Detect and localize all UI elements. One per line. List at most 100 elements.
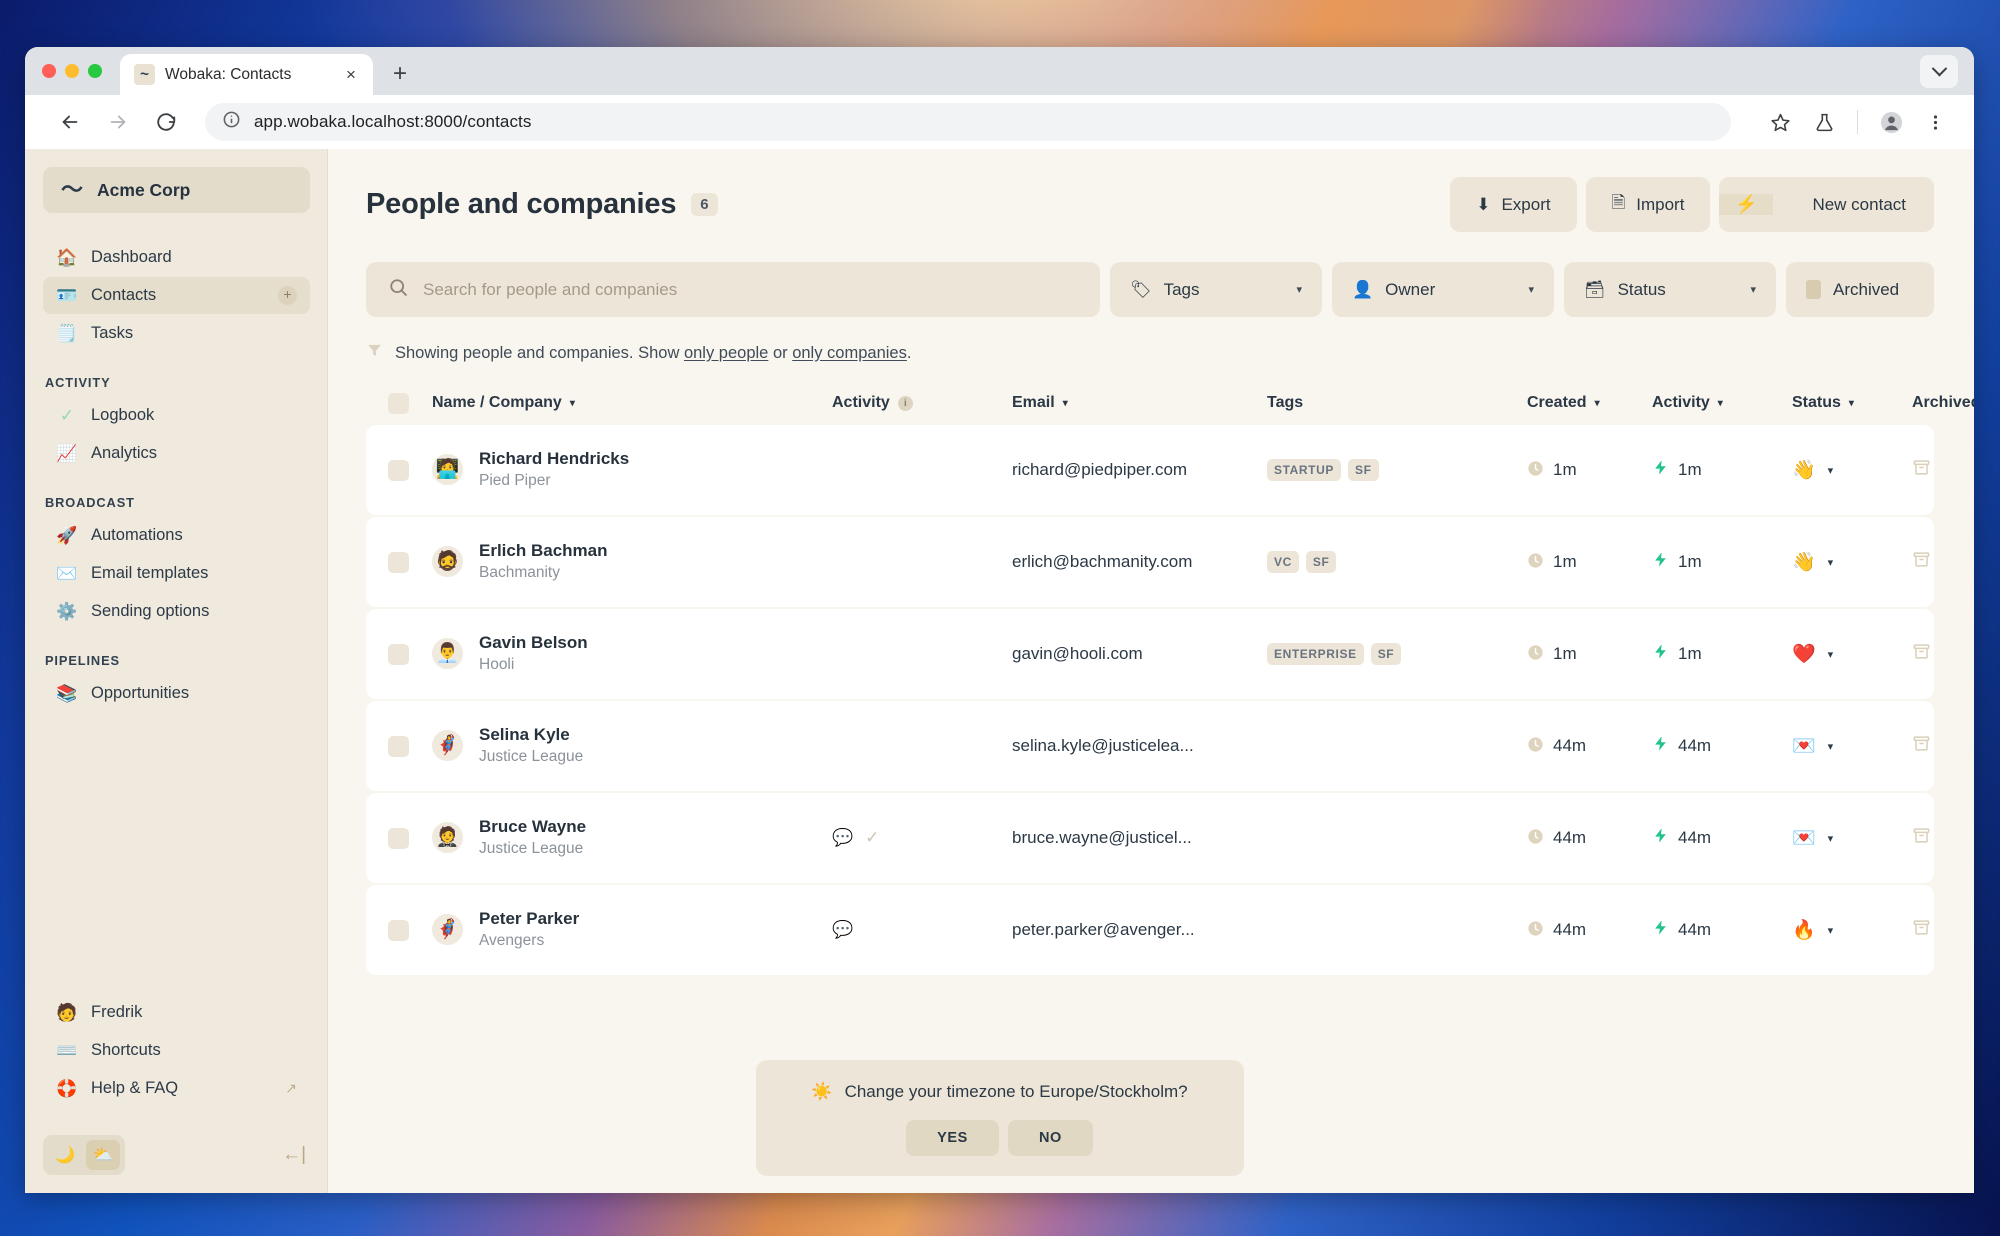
browser-menu-icon[interactable] [1916, 103, 1954, 141]
contact-email-cell[interactable]: richard@piedpiper.com [1012, 460, 1267, 480]
contact-name-cell[interactable]: 🤵 Bruce Wayne Justice League [432, 816, 832, 860]
sidebar-item-user[interactable]: 🧑 Fredrik [43, 994, 310, 1031]
table-row[interactable]: 👨‍💼 Gavin Belson Hooli gavin@hooli.com E… [366, 609, 1934, 699]
tab-list-button[interactable] [1920, 55, 1958, 88]
chevron-down-icon[interactable]: ▾ [1828, 464, 1834, 477]
dark-mode-icon[interactable]: 🌙 [48, 1140, 82, 1170]
info-icon[interactable]: i [897, 395, 913, 411]
close-tab-icon[interactable]: × [340, 64, 362, 86]
status-filter[interactable]: 🗃 Status ▾ [1564, 262, 1776, 317]
row-checkbox[interactable] [388, 459, 409, 481]
table-row[interactable]: 🧑‍💻 Richard Hendricks Pied Piper richard… [366, 425, 1934, 515]
contact-email-cell[interactable]: peter.parker@avenger... [1012, 920, 1267, 940]
collapse-sidebar-icon[interactable]: ←| [282, 1144, 310, 1166]
column-archived[interactable]: Archived ▾ [1912, 394, 1974, 412]
table-row[interactable]: 🧔 Erlich Bachman Bachmanity erlich@bachm… [366, 517, 1934, 607]
chevron-down-icon[interactable]: ▾ [1828, 648, 1834, 661]
sidebar-item-contacts[interactable]: 🪪 Contacts + [43, 277, 310, 314]
status-cell[interactable]: 💌 ▾ [1792, 829, 1912, 848]
archive-box-icon[interactable] [1912, 550, 1931, 574]
only-people-link[interactable]: only people [684, 344, 768, 362]
chevron-down-icon[interactable]: ▾ [1828, 556, 1834, 569]
archive-box-icon[interactable] [1912, 734, 1931, 758]
table-row[interactable]: 🤵 Bruce Wayne Justice League 💬 ✓ bruce.wa… [366, 793, 1934, 883]
column-created[interactable]: Created ▾ [1527, 394, 1652, 412]
tag-pill[interactable]: ENTERPRISE [1267, 643, 1364, 665]
toast-yes-button[interactable]: YES [906, 1119, 999, 1156]
tag-pill[interactable]: SF [1347, 459, 1379, 481]
owner-filter[interactable]: 👤 Owner ▾ [1332, 262, 1554, 317]
experiments-flask-icon[interactable] [1805, 103, 1843, 141]
archive-box-icon[interactable] [1912, 642, 1931, 666]
auto-mode-icon[interactable]: ⛅ [86, 1140, 120, 1170]
status-cell[interactable]: 🔥 ▾ [1792, 921, 1912, 940]
bookmark-star-icon[interactable] [1761, 103, 1799, 141]
site-info-icon[interactable] [222, 110, 241, 134]
contact-name-cell[interactable]: 🧑‍💻 Richard Hendricks Pied Piper [432, 448, 832, 492]
sidebar-item-analytics[interactable]: 📈 Analytics [43, 435, 310, 472]
column-email[interactable]: Email ▾ [1012, 394, 1267, 412]
sidebar-item-sending-options[interactable]: ⚙️ Sending options [43, 593, 310, 630]
tag-pill[interactable]: STARTUP [1267, 459, 1341, 481]
status-cell[interactable]: 👋 ▾ [1792, 461, 1912, 480]
contact-name-cell[interactable]: 🧔 Erlich Bachman Bachmanity [432, 540, 832, 584]
sidebar-item-automations[interactable]: 🚀 Automations [43, 517, 310, 554]
tag-pill[interactable]: VC [1267, 551, 1299, 573]
address-bar[interactable]: app.wobaka.localhost:8000/contacts [205, 103, 1731, 141]
only-companies-link[interactable]: only companies [792, 344, 907, 362]
archive-cell[interactable] [1912, 918, 1931, 942]
table-row[interactable]: 🦸 Peter Parker Avengers 💬 peter.parker@a… [366, 885, 1934, 975]
sidebar-item-logbook[interactable]: ✓ Logbook [43, 397, 310, 434]
sidebar-item-tasks[interactable]: 🗒️ Tasks [43, 315, 310, 352]
browser-tab[interactable]: ~ Wobaka: Contacts × [120, 54, 373, 95]
column-status[interactable]: Status ▾ [1792, 394, 1912, 412]
lightning-icon[interactable]: ⚡ [1719, 194, 1774, 215]
new-tab-button[interactable]: + [383, 57, 417, 91]
sidebar-item-dashboard[interactable]: 🏠 Dashboard [43, 239, 310, 276]
chevron-down-icon[interactable]: ▾ [1828, 740, 1834, 753]
minimize-window-button[interactable] [65, 64, 79, 78]
chevron-down-icon[interactable]: ▾ [1828, 832, 1834, 845]
column-name-company[interactable]: Name / Company ▾ [432, 394, 832, 412]
archive-cell[interactable] [1912, 458, 1931, 482]
reload-button[interactable] [153, 109, 179, 135]
new-contact-button[interactable]: ⚡ New contact [1719, 177, 1934, 232]
org-switcher[interactable]: 〜 Acme Corp [43, 167, 310, 213]
theme-toggle[interactable]: 🌙 ⛅ [43, 1135, 125, 1175]
import-button[interactable]: 🗎 Import [1585, 177, 1711, 232]
contact-name-cell[interactable]: 🦸 Peter Parker Avengers [432, 908, 832, 952]
archive-cell[interactable] [1912, 550, 1931, 574]
status-cell[interactable]: 💌 ▾ [1792, 737, 1912, 756]
archive-box-icon[interactable] [1912, 918, 1931, 942]
search-box[interactable] [366, 262, 1100, 317]
chevron-down-icon[interactable]: ▾ [1828, 924, 1834, 937]
row-checkbox[interactable] [388, 643, 409, 665]
contact-name-cell[interactable]: 🦸‍♀️ Selina Kyle Justice League [432, 724, 832, 768]
status-cell[interactable]: ❤️ ▾ [1792, 645, 1912, 664]
contact-email-cell[interactable]: selina.kyle@justicelea... [1012, 736, 1267, 756]
tags-filter[interactable]: 🏷 Tags ▾ [1110, 262, 1322, 317]
row-checkbox[interactable] [388, 735, 409, 757]
archive-box-icon[interactable] [1912, 458, 1931, 482]
row-checkbox[interactable] [388, 551, 409, 573]
search-input[interactable] [423, 279, 1078, 300]
contact-email-cell[interactable]: bruce.wayne@justicel... [1012, 828, 1267, 848]
tag-pill[interactable]: SF [1370, 643, 1402, 665]
profile-avatar-icon[interactable] [1872, 103, 1910, 141]
archive-cell[interactable] [1912, 642, 1931, 666]
sidebar-item-shortcuts[interactable]: ⌨️ Shortcuts [43, 1032, 310, 1069]
archive-cell[interactable] [1912, 826, 1931, 850]
row-checkbox[interactable] [388, 827, 409, 849]
column-activity[interactable]: Activity ▾ [1652, 394, 1792, 412]
add-contact-icon[interactable]: + [278, 286, 297, 305]
contact-email-cell[interactable]: gavin@hooli.com [1012, 644, 1267, 664]
row-checkbox[interactable] [388, 919, 409, 941]
tag-pill[interactable]: SF [1305, 551, 1337, 573]
forward-button[interactable] [105, 109, 131, 135]
sidebar-item-help-faq[interactable]: 🛟 Help & FAQ ↗ [43, 1070, 310, 1107]
sidebar-item-opportunities[interactable]: 📚 Opportunities [43, 675, 310, 712]
select-all-checkbox[interactable] [388, 392, 409, 414]
archived-filter[interactable]: Archived [1786, 262, 1934, 317]
archive-cell[interactable] [1912, 734, 1931, 758]
maximize-window-button[interactable] [88, 64, 102, 78]
